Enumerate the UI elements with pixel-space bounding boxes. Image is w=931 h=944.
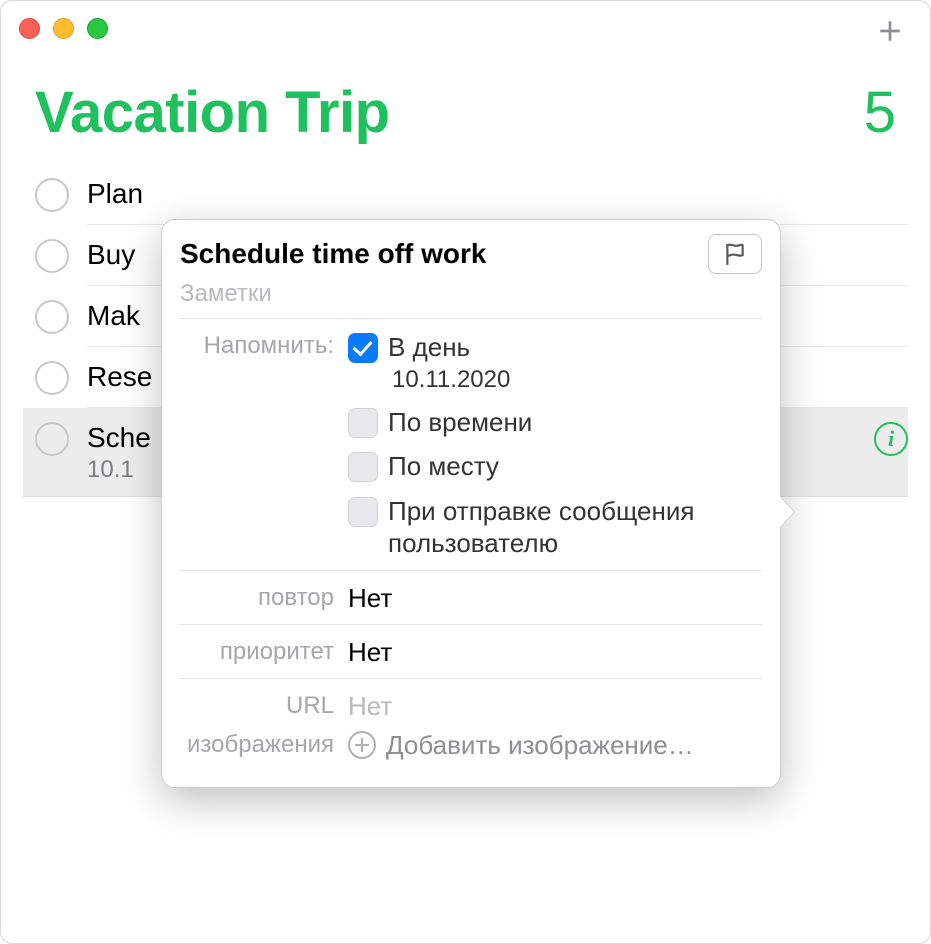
remind-section: Напомнить: В день 10.11.2020 По времени …: [180, 319, 762, 571]
popover-header: Schedule time off work: [180, 234, 762, 274]
remind-on-day-option[interactable]: В день 10.11.2020: [348, 331, 762, 394]
reminder-title: Plan: [69, 176, 143, 210]
by-time-label: По времени: [388, 406, 532, 439]
flag-icon: [724, 242, 746, 266]
checkbox-unchecked[interactable]: [348, 497, 378, 527]
images-row: изображения Добавить изображение…: [180, 726, 762, 771]
complete-toggle[interactable]: [35, 361, 69, 395]
list-count: 5: [864, 79, 896, 146]
reminder-title: Mak: [69, 298, 140, 332]
priority-label: приоритет: [180, 635, 348, 668]
close-window-button[interactable]: [19, 18, 40, 39]
list-title: Vacation Trip: [35, 79, 390, 146]
add-image-button[interactable]: Добавить изображение…: [348, 730, 762, 761]
remind-on-message-option[interactable]: При отправке сообщения пользователю: [348, 495, 762, 560]
zoom-window-button[interactable]: [87, 18, 108, 39]
add-image-label: Добавить изображение…: [386, 730, 694, 761]
reminder-title: Buy: [69, 237, 135, 271]
reminder-details-popover: Schedule time off work Заметки Напомнить…: [161, 219, 781, 788]
images-label: изображения: [180, 728, 348, 761]
remind-by-time-option[interactable]: По времени: [348, 406, 762, 439]
complete-toggle[interactable]: [35, 178, 69, 212]
checkbox-checked[interactable]: [348, 333, 378, 363]
repeat-label: повтор: [180, 581, 348, 614]
flag-button[interactable]: [708, 234, 762, 274]
list-header: Vacation Trip 5: [1, 55, 930, 164]
reminder-title: Rese: [69, 359, 152, 393]
info-icon: i: [888, 426, 894, 452]
titlebar: [1, 1, 930, 55]
complete-toggle[interactable]: [35, 422, 69, 456]
on-day-label: В день: [388, 331, 510, 364]
by-location-label: По месту: [388, 450, 499, 483]
repeat-row[interactable]: повтор Нет: [180, 571, 762, 625]
on-message-label: При отправке сообщения пользователю: [388, 495, 762, 560]
repeat-value: Нет: [348, 581, 762, 614]
on-day-date[interactable]: 10.11.2020: [392, 366, 510, 394]
complete-toggle[interactable]: [35, 300, 69, 334]
traffic-lights: [19, 18, 108, 39]
notes-field[interactable]: Заметки: [180, 278, 762, 319]
remind-label: Напомнить:: [180, 329, 348, 564]
remind-options: В день 10.11.2020 По времени По месту Пр…: [348, 329, 762, 564]
remind-by-location-option[interactable]: По месту: [348, 450, 762, 483]
url-row[interactable]: URL Нет: [180, 679, 762, 726]
plus-circle-icon: [348, 731, 376, 759]
popover-title[interactable]: Schedule time off work: [180, 238, 487, 270]
images-value: Добавить изображение…: [348, 728, 762, 761]
url-label: URL: [180, 689, 348, 722]
priority-row[interactable]: приоритет Нет: [180, 625, 762, 679]
add-reminder-button[interactable]: [872, 13, 908, 49]
url-value[interactable]: Нет: [348, 689, 762, 722]
checkbox-unchecked[interactable]: [348, 452, 378, 482]
complete-toggle[interactable]: [35, 239, 69, 273]
reminder-row[interactable]: Plan: [87, 164, 908, 225]
reminder-date: 10.1: [69, 456, 151, 484]
reminders-window: Vacation Trip 5 Plan Buy Mak Rese Sche 1…: [0, 0, 931, 944]
plus-icon: [877, 18, 903, 44]
info-button[interactable]: i: [874, 422, 908, 456]
reminder-title: Sche: [69, 420, 151, 454]
checkbox-unchecked[interactable]: [348, 408, 378, 438]
minimize-window-button[interactable]: [53, 18, 74, 39]
priority-value: Нет: [348, 635, 762, 668]
